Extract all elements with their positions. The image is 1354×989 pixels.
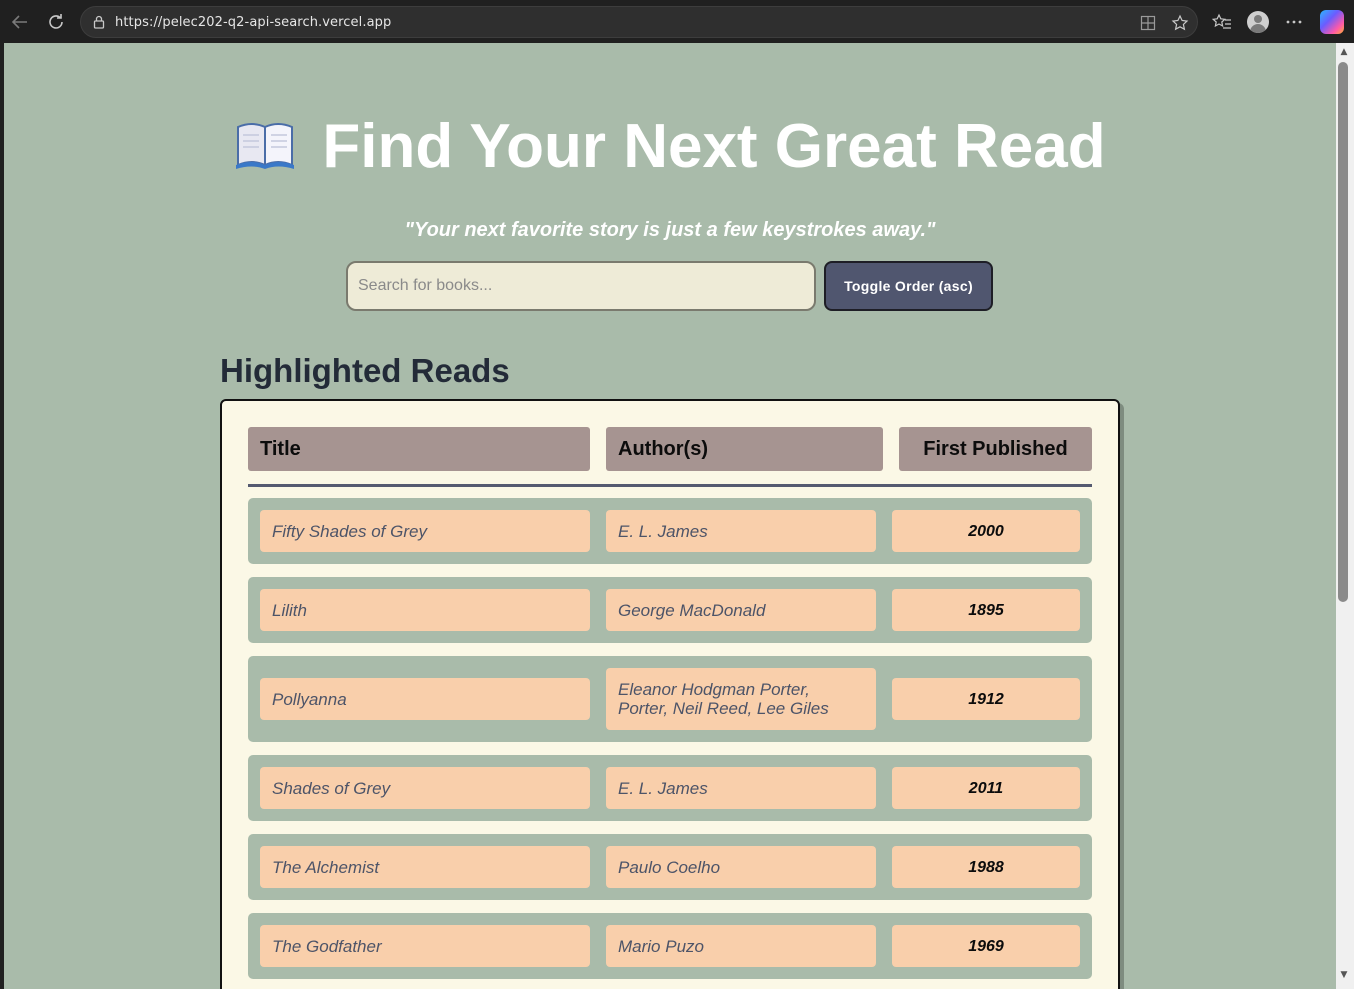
book-title-cell: Lilith (260, 589, 590, 631)
books-table-card: Title Author(s) First Published Fifty Sh… (220, 399, 1120, 989)
book-author-cell: E. L. James (606, 767, 876, 809)
open-book-icon (234, 115, 296, 169)
book-year-cell: 1895 (892, 589, 1080, 631)
page-title: Find Your Next Great Read (4, 111, 1336, 182)
more-options-icon[interactable] (1283, 11, 1305, 33)
book-title-cell: Shades of Grey (260, 767, 590, 809)
book-title-cell: Pollyanna (260, 678, 590, 720)
toggle-order-button[interactable]: Toggle Order (asc) (824, 261, 993, 311)
book-author-cell: Mario Puzo (606, 925, 876, 967)
search-input[interactable] (346, 261, 816, 311)
reload-icon[interactable] (44, 10, 68, 34)
scroll-up-icon[interactable]: ▲ (1337, 47, 1351, 59)
table-row: Shades of Grey E. L. James 2011 (248, 755, 1092, 821)
column-header-title: Title (248, 427, 590, 471)
address-bar[interactable]: https://pelec202-q2-api-search.vercel.ap… (80, 6, 1198, 38)
table-row: Pollyanna Eleanor Hodgman Porter, Porter… (248, 656, 1092, 742)
url-text[interactable]: https://pelec202-q2-api-search.vercel.ap… (115, 15, 391, 30)
book-title-cell: The Godfather (260, 925, 590, 967)
copilot-icon[interactable] (1320, 10, 1344, 34)
book-title-cell: The Alchemist (260, 846, 590, 888)
table-row: Lilith George MacDonald 1895 (248, 577, 1092, 643)
favorite-star-icon[interactable] (1171, 14, 1189, 32)
book-title-cell: Fifty Shades of Grey (260, 510, 590, 552)
book-year-cell: 1912 (892, 678, 1080, 720)
profile-avatar-icon[interactable] (1247, 11, 1269, 33)
book-year-cell: 2000 (892, 510, 1080, 552)
header-divider (248, 484, 1092, 487)
column-header-authors: Author(s) (606, 427, 883, 471)
app-view-icon[interactable] (1139, 14, 1157, 32)
favorites-icon[interactable] (1211, 11, 1233, 33)
table-row: The Alchemist Paulo Coelho 1988 (248, 834, 1092, 900)
book-author-cell: E. L. James (606, 510, 876, 552)
table-row: Fifty Shades of Grey E. L. James 2000 (248, 498, 1092, 564)
book-year-cell: 1969 (892, 925, 1080, 967)
back-icon[interactable] (8, 10, 32, 34)
table-row: The Godfather Mario Puzo 1969 (248, 913, 1092, 979)
book-author-cell: Paulo Coelho (606, 846, 876, 888)
page-viewport: Find Your Next Great Read "Your next fav… (4, 43, 1336, 989)
browser-toolbar: https://pelec202-q2-api-search.vercel.ap… (0, 0, 1354, 44)
book-year-cell: 1988 (892, 846, 1080, 888)
column-header-first-published: First Published (899, 427, 1092, 471)
section-heading: Highlighted Reads (220, 352, 510, 389)
tagline: "Your next favorite story is just a few … (404, 219, 936, 241)
page-title-text: Find Your Next Great Read (322, 112, 1106, 181)
book-author-cell: George MacDonald (606, 589, 876, 631)
book-year-cell: 2011 (892, 767, 1080, 809)
scroll-down-icon[interactable]: ▼ (1337, 970, 1351, 982)
book-author-cell: Eleanor Hodgman Porter, Porter, Neil Ree… (606, 668, 876, 730)
lock-icon[interactable] (91, 14, 107, 30)
scrollbar-thumb[interactable] (1338, 62, 1348, 602)
